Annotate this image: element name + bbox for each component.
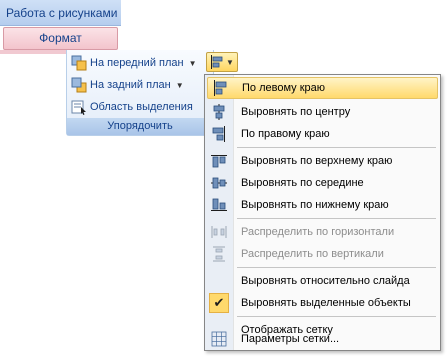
bring-forward-button[interactable]: На передний план ▼ — [71, 54, 197, 72]
menu-item-grid-settings[interactable]: Параметры сетки... — [207, 328, 438, 350]
selection-pane-icon — [71, 100, 86, 115]
chevron-down-icon: ▼ — [226, 57, 234, 67]
distribute-vertical-icon — [213, 246, 225, 262]
menu-item-align-to-slide[interactable]: Выровнять относительно слайда — [207, 270, 438, 292]
menu-item-align-right[interactable]: По правому краю — [207, 123, 438, 145]
menu-item-label: Выровнять по верхнему краю — [241, 155, 393, 167]
align-bottom-icon — [211, 198, 227, 211]
selection-pane-label: Область выделения — [90, 101, 193, 113]
send-backward-label: На задний план — [90, 79, 171, 91]
menu-item-align-selected-objects[interactable]: ✔ Выровнять выделенные объекты — [207, 292, 438, 314]
grid-settings-icon — [211, 331, 227, 347]
menu-item-label: По правому краю — [241, 128, 330, 140]
bring-forward-icon — [71, 55, 87, 71]
selection-pane-button[interactable]: Область выделения — [71, 98, 193, 116]
menu-item-label: Выровнять выделенные объекты — [241, 297, 411, 309]
menu-item-distribute-horizontal[interactable]: Распределить по горизонтали — [207, 221, 438, 243]
align-middle-icon — [211, 177, 227, 189]
align-right-icon — [212, 126, 225, 142]
tab-format[interactable]: Формат — [3, 27, 118, 50]
menu-item-label: Выровнять по центру — [241, 106, 351, 118]
menu-item-label: Выровнять по середине — [241, 177, 364, 189]
menu-item-label: По левому краю — [242, 82, 325, 94]
menu-item-align-center[interactable]: Выровнять по центру — [207, 101, 438, 123]
arrange-group-label: Упорядочить — [67, 118, 213, 135]
menu-item-distribute-vertical[interactable]: Распределить по вертикали — [207, 243, 438, 265]
menu-item-label: Распределить по вертикали — [241, 248, 384, 260]
align-left-icon — [214, 80, 227, 96]
send-backward-icon — [71, 77, 87, 93]
bring-forward-label: На передний план — [90, 57, 184, 69]
align-button[interactable]: ▼ — [206, 52, 238, 72]
menu-item-label: Параметры сетки... — [241, 333, 340, 345]
menu-item-align-top[interactable]: Выровнять по верхнему краю — [207, 150, 438, 172]
menu-item-align-left[interactable]: По левому краю — [207, 77, 438, 99]
chevron-down-icon: ▼ — [175, 80, 184, 90]
menu-item-label: Выровнять относительно слайда — [241, 275, 410, 287]
menu-item-align-bottom[interactable]: Выровнять по нижнему краю — [207, 194, 438, 216]
menu-separator — [237, 218, 436, 219]
context-tab-header: Работа с рисунками — [0, 0, 121, 26]
menu-item-label: Распределить по горизонтали — [241, 226, 395, 238]
menu-item-align-middle[interactable]: Выровнять по середине — [207, 172, 438, 194]
menu-separator — [237, 316, 436, 317]
menu-separator — [237, 147, 436, 148]
align-center-icon — [213, 104, 225, 120]
align-menu: По левому краю Выровнять по центру По пр… — [204, 74, 441, 351]
align-top-icon — [211, 155, 227, 168]
distribute-horizontal-icon — [211, 226, 227, 238]
align-left-icon — [211, 55, 223, 69]
arrange-group: На передний план ▼ На задний план ▼ Обла… — [66, 50, 214, 136]
menu-separator — [237, 267, 436, 268]
menu-item-icon-slot — [211, 273, 227, 289]
chevron-down-icon: ▼ — [188, 58, 197, 68]
menu-item-label: Выровнять по нижнему краю — [241, 199, 389, 211]
context-tab-header-label: Работа с рисунками — [6, 6, 118, 20]
send-backward-button[interactable]: На задний план ▼ — [71, 76, 184, 94]
checkmark-icon: ✔ — [209, 293, 229, 313]
